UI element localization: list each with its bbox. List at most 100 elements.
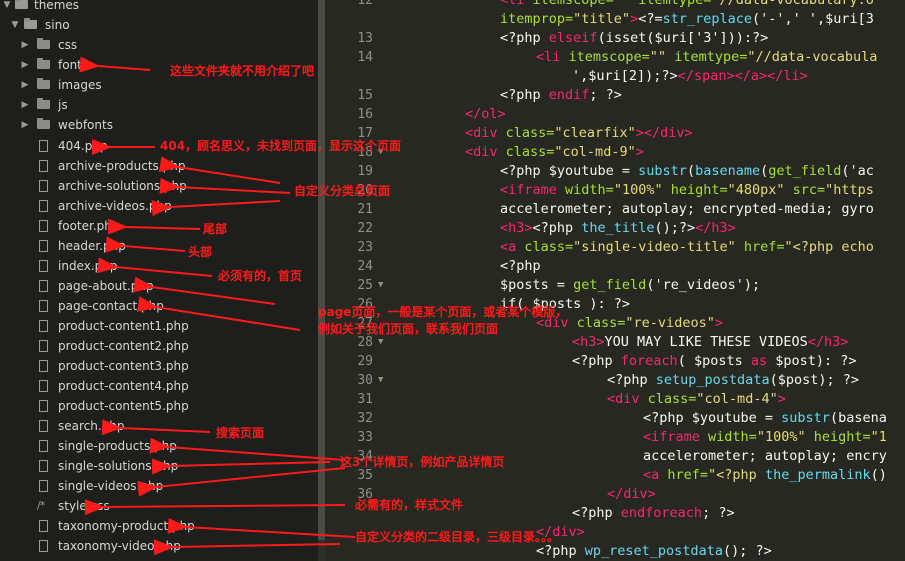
tree-file-item[interactable]: single-solutions.php	[0, 456, 318, 476]
code-token: $posts =	[500, 277, 574, 293]
code-line[interactable]: <li itemscope="" itemtype="//data-vocabu…	[500, 0, 874, 10]
code-line[interactable]: <h3>YOU MAY LIKE THESE VIDEOS</h3>	[572, 333, 848, 352]
code-line[interactable]: </ol>	[465, 105, 506, 124]
code-line[interactable]: <iframe width="100%" height="480px" src=…	[500, 181, 874, 200]
code-token: >	[497, 106, 506, 122]
chevron-down-icon[interactable]: ▼	[10, 15, 20, 35]
tree-file-item[interactable]: taxonomy-video.php	[0, 536, 318, 556]
tree-file-item[interactable]: archive-solutions.php	[0, 176, 318, 196]
code-token: <?php	[572, 505, 621, 521]
code-line[interactable]: <a class="single-video-title" href="<?ph…	[500, 238, 874, 257]
code-token: "//data-vocabulary.o	[711, 0, 874, 8]
tree-file-item[interactable]: /* style.css	[0, 496, 318, 516]
file-label: page-about.php	[58, 279, 154, 293]
code-token: "<?php echo	[784, 239, 874, 255]
tree-file-item[interactable]: single-products.php	[0, 436, 318, 456]
css-file-icon: /*	[37, 499, 45, 512]
code-token: <h3>	[572, 334, 605, 350]
code-token: ('ac	[841, 163, 874, 179]
code-line[interactable]: itemprop="title"><?=str_replace('-',' ',…	[500, 10, 874, 29]
code-token: "100%"	[756, 429, 814, 445]
scrollbar-thumb[interactable]	[318, 0, 325, 540]
code-line[interactable]: <?php	[500, 257, 541, 276]
chevron-right-icon[interactable]: ▶	[20, 115, 30, 135]
code-line[interactable]: <div class="col-md-4">	[607, 390, 786, 409]
tree-folder-images[interactable]: ▶ images	[0, 75, 318, 95]
code-token: >	[635, 144, 644, 160]
code-line[interactable]: </div>	[607, 485, 656, 504]
sidebar-scrollbar[interactable]	[318, 0, 325, 561]
code-line[interactable]: <?php setup_postdata($post); ?>	[607, 371, 859, 390]
tree-file-item[interactable]: search.php	[0, 416, 318, 436]
tree-file-item[interactable]: footer.php	[0, 216, 318, 236]
code-line[interactable]: <?php endif; ?>	[500, 86, 622, 105]
code-line[interactable]: <?php $youtube = substr(basena	[643, 409, 887, 428]
line-number: 19	[357, 164, 373, 179]
code-token: "<?php	[708, 467, 765, 483]
line-number: 14	[357, 50, 373, 65]
tree-file-item[interactable]: product-content3.php	[0, 356, 318, 376]
code-token: itemtype=	[638, 0, 712, 8]
tree-folder-webfonts[interactable]: ▶ webfonts	[0, 115, 318, 135]
code-line[interactable]: <div class="clearfix"></div>	[465, 124, 693, 143]
code-line[interactable]: <?php elseif(isset($uri['3'])):?>	[500, 29, 768, 48]
tree-file-item[interactable]: archive-products.php	[0, 156, 318, 176]
tree-folder-sino[interactable]: ▼ sino	[0, 15, 318, 35]
code-line[interactable]: <h3><?php the_title();?></h3>	[500, 219, 736, 238]
annotation-page-1: page页面，一般是某个页面，或者某个模版，	[318, 305, 568, 319]
code-line[interactable]: <li itemscope="" itemtype="//data-vocabu…	[536, 48, 877, 67]
code-token: <?php	[500, 258, 541, 274]
tree-file-item[interactable]: archive-videos.php	[0, 196, 318, 216]
chevron-right-icon[interactable]: ▶	[20, 95, 30, 115]
code-token: elseif	[548, 30, 598, 46]
line-number: 15	[357, 88, 373, 103]
line-number: 24	[357, 259, 373, 274]
code-token: width=	[708, 429, 757, 445]
file-label: style.css	[58, 499, 110, 513]
code-line[interactable]: <iframe width="100%" height="1	[643, 428, 887, 447]
code-editor[interactable]: <li itemscope="" itemtype="//data-vocabu…	[390, 0, 905, 561]
fold-toggle-icon[interactable]: ▼	[378, 276, 383, 295]
code-line[interactable]: <div class="col-md-9">	[465, 143, 644, 162]
tree-file-item[interactable]: single-videos.php	[0, 476, 318, 496]
code-line[interactable]: $posts = get_field('re_videos');	[500, 276, 760, 295]
tree-folder-themes[interactable]: ▼ themes	[0, 0, 318, 15]
code-token: substr	[781, 410, 830, 426]
folder-label: css	[58, 38, 78, 52]
file-label: header.php	[58, 239, 126, 253]
code-line[interactable]: <?php $youtube = substr(basename(get_fie…	[500, 162, 874, 181]
tree-file-item[interactable]: product-content1.php	[0, 316, 318, 336]
code-line[interactable]: <?php foreach( $posts as $post): ?>	[572, 352, 857, 371]
chevron-right-icon[interactable]: ▶	[20, 35, 30, 55]
code-token: ></	[758, 68, 784, 84]
chevron-right-icon[interactable]: ▶	[20, 75, 30, 95]
code-token: height=	[670, 182, 728, 198]
fold-toggle-icon[interactable]: ▼	[378, 371, 383, 390]
code-token: <li	[536, 49, 569, 65]
tree-file-item[interactable]: product-content5.php	[0, 396, 318, 416]
tree-file-item[interactable]: taxonomy-product.php	[0, 516, 318, 536]
chevron-down-icon[interactable]: ▼	[2, 0, 12, 15]
annotation-style: 必需有的，样式文件	[355, 498, 464, 512]
file-icon	[39, 440, 48, 452]
tree-file-item[interactable]: header.php	[0, 236, 318, 256]
line-number: 29	[357, 354, 373, 369]
chevron-right-icon[interactable]: ▶	[20, 55, 30, 75]
tree-file-item[interactable]: product-content2.php	[0, 336, 318, 356]
code-line[interactable]: <?php endforeach; ?>	[572, 504, 735, 523]
file-label: product-content2.php	[58, 339, 189, 353]
code-token: YOU MAY LIKE THESE VIDEOS	[604, 334, 808, 350]
code-line[interactable]: accelerometer; autoplay; encrypted-media…	[500, 200, 874, 219]
code-token: ('re_videos');	[646, 277, 761, 293]
tree-folder-css[interactable]: ▶ css	[0, 35, 318, 55]
code-line[interactable]: <?php wp_reset_postdata(); ?>	[536, 542, 772, 561]
code-line[interactable]: ',$uri[2]);?></span></a></li>	[572, 67, 808, 86]
folder-label: sino	[45, 18, 70, 32]
code-line[interactable]: <a href="<?php the_permalink()	[643, 466, 887, 485]
tree-folder-js[interactable]: ▶ js	[0, 95, 318, 115]
code-token: endforeach	[620, 505, 703, 521]
code-token: <div	[465, 144, 506, 160]
tree-file-item[interactable]: page-contact.php	[0, 296, 318, 316]
tree-file-item[interactable]: product-content4.php	[0, 376, 318, 396]
code-line[interactable]: accelerometer; autoplay; encry	[643, 447, 887, 466]
